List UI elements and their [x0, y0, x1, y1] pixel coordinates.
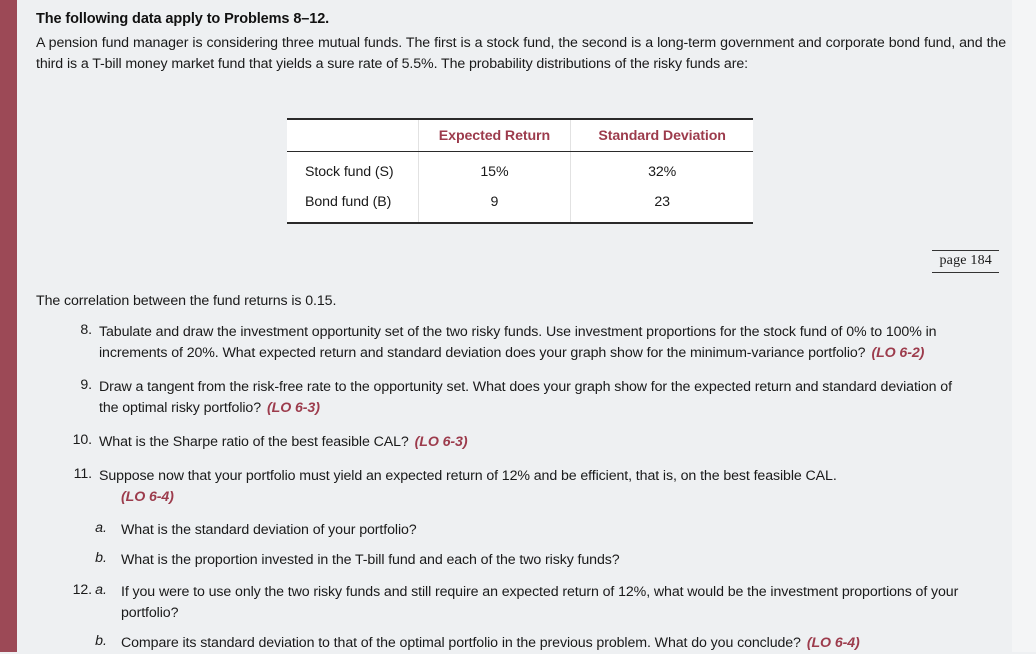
problem-item-9: 9. Draw a tangent from the risk-free rat… — [17, 377, 1012, 419]
cell-expected-return: 9 — [417, 187, 571, 222]
problem-item-8: 8. Tabulate and draw the investment oppo… — [17, 322, 1012, 364]
cell-fund-name: Bond fund (B) — [305, 194, 392, 210]
subitem-11a: a. What is the standard deviation of you… — [17, 520, 1012, 541]
subitem-label: b. — [95, 633, 107, 649]
problem-text: What is the Sharpe ratio of the best fea… — [99, 434, 409, 450]
subitem-12b: b. Compare its standard deviation to tha… — [17, 633, 1012, 654]
problem-body: What is the Sharpe ratio of the best fea… — [99, 432, 1004, 453]
table-header-row: Expected Return Standard Deviation — [287, 120, 753, 152]
subitem-label: a. — [95, 582, 107, 598]
subitem-label: a. — [95, 520, 107, 536]
problem-body: Tabulate and draw the investment opportu… — [99, 322, 1004, 364]
page-root: The following data apply to Problems 8–1… — [0, 0, 1036, 652]
learning-objective-tag: (LO 6-2) — [871, 345, 925, 361]
cell-standard-deviation: 32% — [570, 151, 753, 187]
subitem-text: Compare its standard deviation to that o… — [121, 633, 1002, 654]
subitem-12a: a. If you were to use only the two risky… — [17, 582, 1012, 624]
page-marker: page 184 — [932, 250, 999, 273]
problem-item-10: 10. What is the Sharpe ratio of the best… — [17, 432, 1012, 453]
problem-number: 8. — [80, 322, 92, 338]
column-header-expected-return: Expected Return — [417, 120, 571, 152]
cell-fund-name: Stock fund (S) — [305, 164, 394, 180]
subitem-text-content: If you were to use only the two risky fu… — [121, 584, 959, 621]
problem-text: Tabulate and draw the investment opportu… — [99, 324, 937, 361]
problem-body: Suppose now that your portfolio must yie… — [99, 466, 994, 508]
subitem-text: If you were to use only the two risky fu… — [121, 582, 996, 624]
problem-number: 10. — [72, 432, 93, 448]
right-page-edge — [1012, 0, 1036, 652]
subitem-11b: b. What is the proportion invested in th… — [17, 550, 1012, 571]
learning-objective-tag: (LO 6-4) — [121, 489, 174, 505]
section-heading: The following data apply to Problems 8–1… — [36, 11, 330, 27]
learning-objective-tag: (LO 6-3) — [267, 400, 320, 416]
problem-text: Draw a tangent from the risk-free rate t… — [99, 379, 952, 416]
page-content: The following data apply to Problems 8–1… — [17, 0, 1012, 652]
subitem-text: What is the proportion invested in the T… — [121, 552, 620, 568]
correlation-statement: The correlation between the fund returns… — [36, 293, 337, 309]
problem-number: 11. — [73, 466, 92, 482]
left-accent-bar — [0, 0, 17, 652]
learning-objective-tag: (LO 6-4) — [806, 635, 860, 651]
risky-funds-table: Expected Return Standard Deviation Stock… — [287, 118, 753, 224]
intro-paragraph: A pension fund manager is considering th… — [36, 35, 1006, 72]
cell-expected-return: 15% — [417, 151, 571, 187]
subitem-text: What is the standard deviation of your p… — [121, 522, 417, 538]
learning-objective-tag: (LO 6-3) — [414, 434, 468, 450]
cell-standard-deviation: 23 — [570, 187, 753, 222]
table-row: Stock fund (S) 15% 32% — [287, 151, 753, 187]
problem-number: 9. — [80, 377, 92, 393]
column-header-blank — [287, 120, 419, 152]
subitem-label: b. — [95, 550, 107, 566]
subitem-text-content: Compare its standard deviation to that o… — [121, 635, 801, 651]
problem-text: Suppose now that your portfolio must yie… — [99, 468, 837, 484]
problem-item-11: 11. Suppose now that your portfolio must… — [17, 466, 1012, 571]
problem-list: 8. Tabulate and draw the investment oppo… — [17, 322, 1012, 654]
table-row: Bond fund (B) 9 23 — [287, 187, 753, 222]
problem-body: Draw a tangent from the risk-free rate t… — [99, 377, 964, 419]
column-header-standard-deviation: Standard Deviation — [570, 120, 753, 152]
problem-item-12: 12. a. If you were to use only the two r… — [17, 582, 1012, 654]
